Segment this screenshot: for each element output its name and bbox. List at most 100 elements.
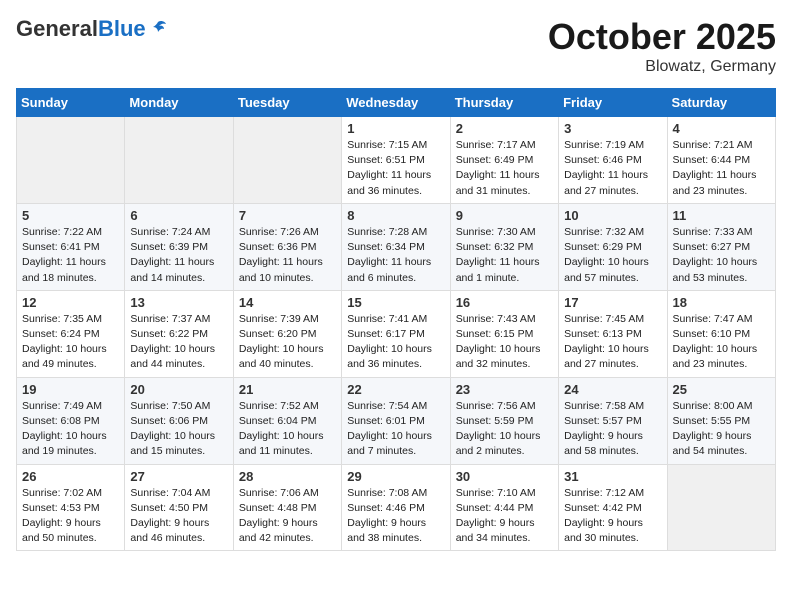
calendar-table: SundayMondayTuesdayWednesdayThursdayFrid… xyxy=(16,88,776,551)
logo-bird-icon xyxy=(148,19,168,39)
day-number: 21 xyxy=(239,382,336,397)
day-number: 17 xyxy=(564,295,661,310)
day-number: 28 xyxy=(239,469,336,484)
day-number: 13 xyxy=(130,295,227,310)
day-info: Sunrise: 8:00 AMSunset: 5:55 PMDaylight:… xyxy=(673,399,770,460)
day-info: Sunrise: 7:45 AMSunset: 6:13 PMDaylight:… xyxy=(564,312,661,373)
day-info: Sunrise: 7:24 AMSunset: 6:39 PMDaylight:… xyxy=(130,225,227,286)
day-info: Sunrise: 7:32 AMSunset: 6:29 PMDaylight:… xyxy=(564,225,661,286)
day-info: Sunrise: 7:28 AMSunset: 6:34 PMDaylight:… xyxy=(347,225,444,286)
weekday-header-friday: Friday xyxy=(559,89,667,117)
day-info: Sunrise: 7:49 AMSunset: 6:08 PMDaylight:… xyxy=(22,399,119,460)
day-info: Sunrise: 7:15 AMSunset: 6:51 PMDaylight:… xyxy=(347,138,444,199)
location: Blowatz, Germany xyxy=(548,58,776,76)
calendar-cell: 10 Sunrise: 7:32 AMSunset: 6:29 PMDayligh… xyxy=(559,203,667,290)
logo-general: General xyxy=(16,16,98,42)
calendar-cell: 5Sunrise: 7:22 AMSunset: 6:41 PMDaylight… xyxy=(17,203,125,290)
calendar-cell: 21Sunrise: 7:52 AMSunset: 6:04 PMDayligh… xyxy=(233,377,341,464)
day-number: 27 xyxy=(130,469,227,484)
day-number: 23 xyxy=(456,382,553,397)
calendar-week-row: 19 Sunrise: 7:49 AMSunset: 6:08 PMDayligh… xyxy=(17,377,776,464)
day-info: Sunrise: 7:04 AMSunset: 4:50 PMDaylight:… xyxy=(130,486,227,547)
logo: GeneralBlue xyxy=(16,16,168,42)
calendar-cell: 22Sunrise: 7:54 AMSunset: 6:01 PMDayligh… xyxy=(342,377,450,464)
weekday-header-row: SundayMondayTuesdayWednesdayThursdayFrid… xyxy=(17,89,776,117)
day-number: 9 xyxy=(456,208,553,223)
calendar-week-row: 26 Sunrise: 7:02 AMSunset: 4:53 PMDayligh… xyxy=(17,464,776,551)
calendar-cell: 19 Sunrise: 7:49 AMSunset: 6:08 PMDayligh… xyxy=(17,377,125,464)
day-number: 24 xyxy=(564,382,661,397)
calendar-cell: 17 Sunrise: 7:45 AMSunset: 6:13 PMDayligh… xyxy=(559,290,667,377)
calendar-cell: 4Sunrise: 7:21 AMSunset: 6:44 PMDaylight… xyxy=(667,117,775,204)
day-info: Sunrise: 7:02 AMSunset: 4:53 PMDaylight:… xyxy=(22,486,119,547)
calendar-cell: 16 Sunrise: 7:43 AMSunset: 6:15 PMDayligh… xyxy=(450,290,558,377)
day-info: Sunrise: 7:19 AMSunset: 6:46 PMDaylight:… xyxy=(564,138,661,199)
day-number: 18 xyxy=(673,295,770,310)
calendar-cell: 28 Sunrise: 7:06 AMSunset: 4:48 PMDayligh… xyxy=(233,464,341,551)
calendar-cell: 29 Sunrise: 7:08 AMSunset: 4:46 PMDayligh… xyxy=(342,464,450,551)
day-info: Sunrise: 7:58 AMSunset: 5:57 PMDaylight:… xyxy=(564,399,661,460)
calendar-cell: 6 Sunrise: 7:24 AMSunset: 6:39 PMDaylight… xyxy=(125,203,233,290)
calendar-cell: 25 Sunrise: 8:00 AMSunset: 5:55 PMDayligh… xyxy=(667,377,775,464)
calendar-cell: 30 Sunrise: 7:10 AMSunset: 4:44 PMDayligh… xyxy=(450,464,558,551)
day-number: 15 xyxy=(347,295,444,310)
calendar-cell: 24 Sunrise: 7:58 AMSunset: 5:57 PMDayligh… xyxy=(559,377,667,464)
day-info: Sunrise: 7:39 AMSunset: 6:20 PMDaylight:… xyxy=(239,312,336,373)
day-info: Sunrise: 7:47 AMSunset: 6:10 PMDaylight:… xyxy=(673,312,770,373)
calendar-cell: 15Sunrise: 7:41 AMSunset: 6:17 PMDayligh… xyxy=(342,290,450,377)
day-number: 7 xyxy=(239,208,336,223)
day-number: 19 xyxy=(22,382,119,397)
day-number: 16 xyxy=(456,295,553,310)
day-number: 2 xyxy=(456,121,553,136)
day-info: Sunrise: 7:08 AMSunset: 4:46 PMDaylight:… xyxy=(347,486,444,547)
day-info: Sunrise: 7:26 AMSunset: 6:36 PMDaylight:… xyxy=(239,225,336,286)
day-info: Sunrise: 7:21 AMSunset: 6:44 PMDaylight:… xyxy=(673,138,770,199)
calendar-cell xyxy=(17,117,125,204)
calendar-cell: 8 Sunrise: 7:28 AMSunset: 6:34 PMDaylight… xyxy=(342,203,450,290)
calendar-cell: 26 Sunrise: 7:02 AMSunset: 4:53 PMDayligh… xyxy=(17,464,125,551)
day-number: 6 xyxy=(130,208,227,223)
logo-blue: Blue xyxy=(98,16,146,42)
day-info: Sunrise: 7:33 AMSunset: 6:27 PMDaylight:… xyxy=(673,225,770,286)
day-number: 29 xyxy=(347,469,444,484)
day-info: Sunrise: 7:30 AMSunset: 6:32 PMDaylight:… xyxy=(456,225,553,286)
day-info: Sunrise: 7:37 AMSunset: 6:22 PMDaylight:… xyxy=(130,312,227,373)
calendar-cell: 1 Sunrise: 7:15 AMSunset: 6:51 PMDaylight… xyxy=(342,117,450,204)
calendar-cell: 14Sunrise: 7:39 AMSunset: 6:20 PMDayligh… xyxy=(233,290,341,377)
day-number: 10 xyxy=(564,208,661,223)
day-number: 22 xyxy=(347,382,444,397)
month-title: October 2025 xyxy=(548,16,776,58)
calendar-cell: 27 Sunrise: 7:04 AMSunset: 4:50 PMDayligh… xyxy=(125,464,233,551)
day-number: 8 xyxy=(347,208,444,223)
calendar-cell: 18 Sunrise: 7:47 AMSunset: 6:10 PMDayligh… xyxy=(667,290,775,377)
calendar-cell: 13 Sunrise: 7:37 AMSunset: 6:22 PMDayligh… xyxy=(125,290,233,377)
title-block: October 2025 Blowatz, Germany xyxy=(548,16,776,76)
day-number: 25 xyxy=(673,382,770,397)
calendar-cell: 12 Sunrise: 7:35 AMSunset: 6:24 PMDayligh… xyxy=(17,290,125,377)
weekday-header-sunday: Sunday xyxy=(17,89,125,117)
weekday-header-wednesday: Wednesday xyxy=(342,89,450,117)
weekday-header-saturday: Saturday xyxy=(667,89,775,117)
day-number: 26 xyxy=(22,469,119,484)
calendar-cell: 23Sunrise: 7:56 AMSunset: 5:59 PMDayligh… xyxy=(450,377,558,464)
calendar-cell: 9 Sunrise: 7:30 AMSunset: 6:32 PMDaylight… xyxy=(450,203,558,290)
day-info: Sunrise: 7:35 AMSunset: 6:24 PMDaylight:… xyxy=(22,312,119,373)
calendar-cell: 31Sunrise: 7:12 AMSunset: 4:42 PMDayligh… xyxy=(559,464,667,551)
day-info: Sunrise: 7:17 AMSunset: 6:49 PMDaylight:… xyxy=(456,138,553,199)
day-number: 30 xyxy=(456,469,553,484)
calendar-cell: 7 Sunrise: 7:26 AMSunset: 6:36 PMDaylight… xyxy=(233,203,341,290)
weekday-header-monday: Monday xyxy=(125,89,233,117)
day-info: Sunrise: 7:06 AMSunset: 4:48 PMDaylight:… xyxy=(239,486,336,547)
day-number: 5 xyxy=(22,208,119,223)
calendar-week-row: 12 Sunrise: 7:35 AMSunset: 6:24 PMDayligh… xyxy=(17,290,776,377)
day-info: Sunrise: 7:50 AMSunset: 6:06 PMDaylight:… xyxy=(130,399,227,460)
day-number: 12 xyxy=(22,295,119,310)
day-number: 11 xyxy=(673,208,770,223)
calendar-week-row: 1 Sunrise: 7:15 AMSunset: 6:51 PMDaylight… xyxy=(17,117,776,204)
calendar-cell: 2 Sunrise: 7:17 AMSunset: 6:49 PMDaylight… xyxy=(450,117,558,204)
day-info: Sunrise: 7:43 AMSunset: 6:15 PMDaylight:… xyxy=(456,312,553,373)
day-info: Sunrise: 7:10 AMSunset: 4:44 PMDaylight:… xyxy=(456,486,553,547)
weekday-header-thursday: Thursday xyxy=(450,89,558,117)
day-info: Sunrise: 7:12 AMSunset: 4:42 PMDaylight:… xyxy=(564,486,661,547)
day-number: 1 xyxy=(347,121,444,136)
